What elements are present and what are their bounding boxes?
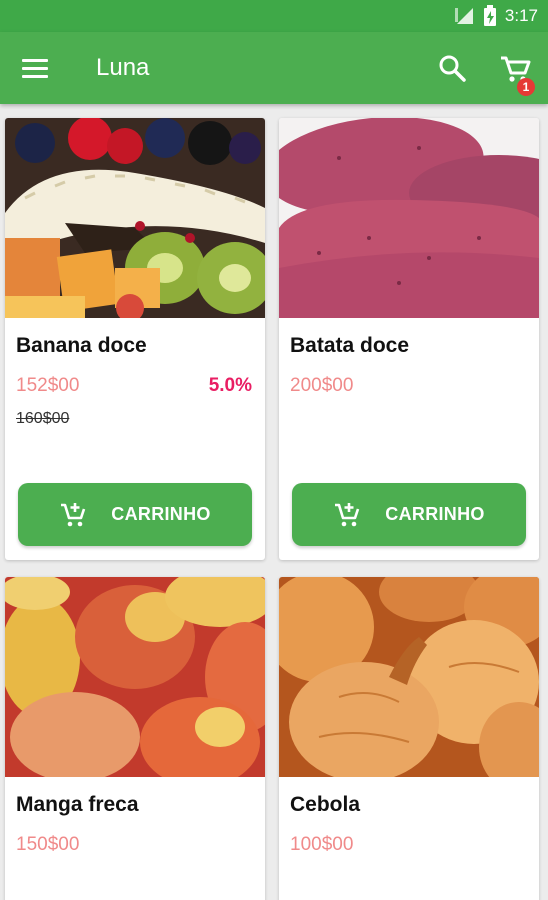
cart-count-badge: 1 (517, 78, 535, 96)
original-price: 160$00 (16, 410, 70, 427)
product-price: 200$00 (290, 375, 354, 396)
product-card[interactable]: Cebola 100$00 (279, 577, 539, 900)
add-to-cart-button[interactable]: CARRINHO (292, 483, 526, 546)
product-name: Cebola (290, 793, 361, 816)
add-to-cart-label: CARRINHO (111, 504, 211, 524)
add-cart-icon (335, 502, 360, 526)
add-to-cart-button[interactable]: CARRINHO (18, 483, 252, 546)
mixed-fruit-photo (5, 118, 265, 318)
mango-photo (5, 577, 265, 777)
product-name: Banana doce (16, 334, 147, 357)
add-to-cart-label: CARRINHO (385, 504, 485, 524)
status-bar: 3:17 (0, 0, 548, 32)
app-bar: Luna 1 (0, 32, 548, 104)
search-icon[interactable] (436, 52, 468, 84)
onion-photo (279, 577, 539, 777)
product-price: 152$00 (16, 375, 80, 396)
discount-percent: 5.0% (208, 375, 252, 396)
app-title: Luna (96, 54, 150, 81)
product-card[interactable]: Banana doce 152$00 5.0% 160$00 CARRINHO (5, 118, 265, 560)
product-name: Manga freca (16, 793, 139, 816)
signal-icon (454, 8, 473, 24)
menu-icon[interactable] (22, 54, 52, 82)
product-price: 100$00 (290, 834, 354, 855)
product-name: Batata doce (290, 334, 410, 357)
add-cart-icon (61, 502, 86, 526)
battery-icon (483, 5, 496, 26)
product-card[interactable]: Batata doce 200$00 CARRINHO (279, 118, 539, 560)
status-clock: 3:17 (504, 6, 538, 25)
product-card[interactable]: Manga freca 150$00 (5, 577, 265, 900)
product-price: 150$00 (16, 834, 80, 855)
sweet-potato-photo (279, 118, 539, 318)
